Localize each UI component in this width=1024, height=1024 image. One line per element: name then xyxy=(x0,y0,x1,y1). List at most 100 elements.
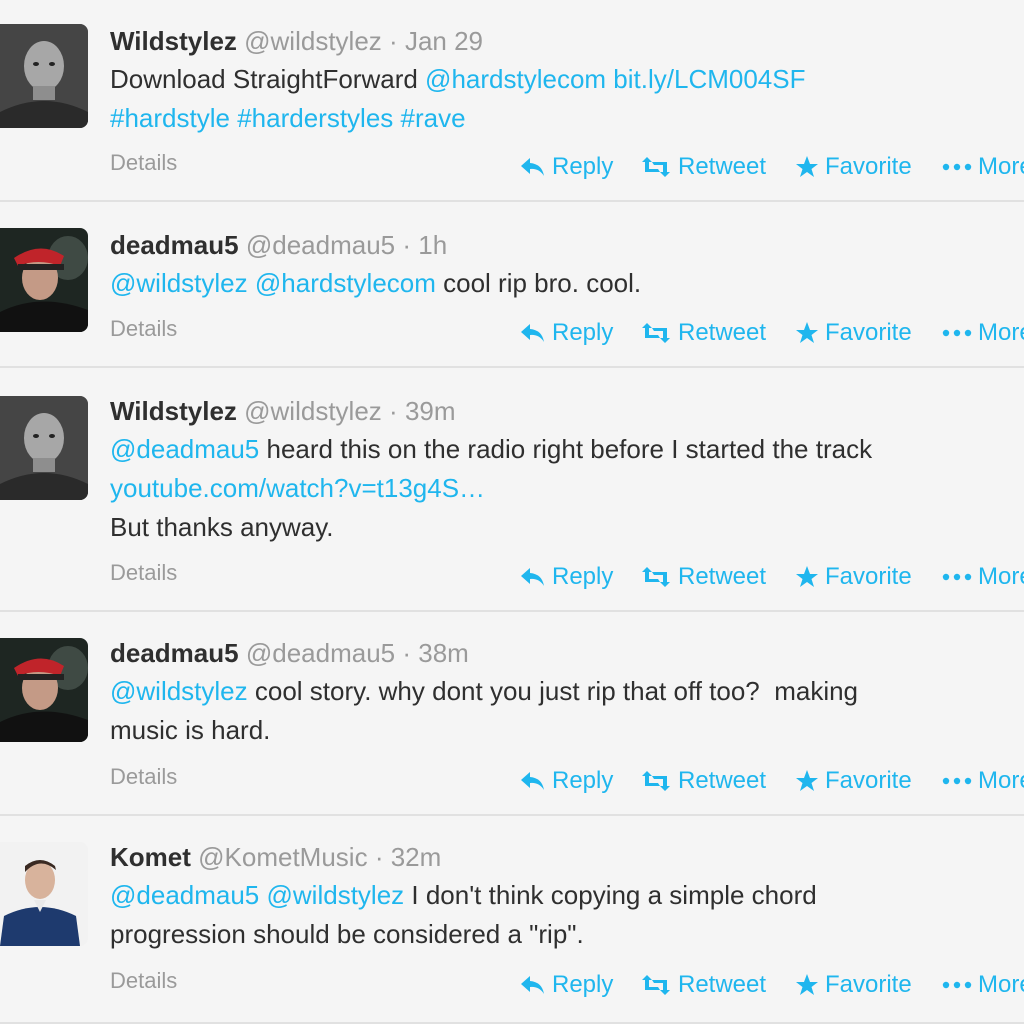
favorite-button[interactable]: Favorite xyxy=(795,971,912,999)
tweet-text-line: music is hard. xyxy=(110,711,1016,750)
details-link[interactable]: Details xyxy=(110,764,177,790)
tweet-text-line: progression should be considered a "rip"… xyxy=(110,915,1016,954)
mention-link[interactable]: @wildstylez xyxy=(110,676,248,706)
reply-button[interactable]: Reply xyxy=(520,767,613,795)
author-name[interactable]: Wildstylez xyxy=(110,26,237,56)
retweet-button[interactable]: Retweet xyxy=(640,319,766,347)
tweet-text-line: @wildstylez @hardstylecom cool rip bro. … xyxy=(110,264,1016,303)
favorite-button[interactable]: Favorite xyxy=(795,153,912,181)
retweet-button[interactable]: Retweet xyxy=(640,971,766,999)
avatar-image-wildstylez xyxy=(0,24,88,128)
retweet-button[interactable]: Retweet xyxy=(640,153,766,181)
mention-link[interactable]: @hardstylecom xyxy=(425,64,606,94)
tweet-text-line: youtube.com/watch?v=t13g4S… xyxy=(110,469,1016,508)
reply-button[interactable]: Reply xyxy=(520,563,613,591)
author-handle[interactable]: @wildstylez xyxy=(244,396,382,426)
mention-link[interactable]: @wildstylez xyxy=(267,880,405,910)
tweet-text-line: #hardstyle #harderstyles #rave xyxy=(110,99,1016,138)
retweet-label: Retweet xyxy=(678,319,767,346)
reply-button[interactable]: Reply xyxy=(520,971,613,999)
more-label: More xyxy=(978,563,1024,590)
star-icon xyxy=(795,565,825,589)
mention-link[interactable]: @deadmau5 xyxy=(110,880,259,910)
tweet: Komet @KometMusic · 32m @deadmau5 @wilds… xyxy=(0,816,1024,1024)
avatar-image-wildstylez xyxy=(0,396,88,500)
mention-link[interactable]: @wildstylez xyxy=(110,268,248,298)
tweet-text-segment: music is hard. xyxy=(110,715,271,745)
ellipsis-icon xyxy=(942,328,978,338)
author-name[interactable]: deadmau5 xyxy=(110,230,239,260)
hashtag-link[interactable]: #rave xyxy=(401,103,466,133)
separator-dot: · xyxy=(374,842,384,872)
author-name[interactable]: Wildstylez xyxy=(110,396,237,426)
more-button[interactable]: More xyxy=(942,153,1024,181)
separator-dot: · xyxy=(402,230,412,260)
mention-link[interactable]: @hardstylecom xyxy=(255,268,436,298)
more-label: More xyxy=(978,971,1024,998)
tweet-text-line: @wildstylez cool story. why dont you jus… xyxy=(110,672,1016,711)
author-handle[interactable]: @KometMusic xyxy=(198,842,367,872)
more-button[interactable]: More xyxy=(942,319,1024,347)
more-button[interactable]: More xyxy=(942,971,1024,999)
favorite-button[interactable]: Favorite xyxy=(795,319,912,347)
tweet-text-segment: cool story. why dont you just rip that o… xyxy=(247,676,859,706)
url-link[interactable]: bit.ly/LCM004SF xyxy=(613,64,805,94)
avatar[interactable] xyxy=(0,228,88,332)
favorite-button[interactable]: Favorite xyxy=(795,767,912,795)
retweet-button[interactable]: Retweet xyxy=(640,767,766,795)
retweet-button[interactable]: Retweet xyxy=(640,563,766,591)
author-handle[interactable]: @wildstylez xyxy=(244,26,382,56)
star-icon xyxy=(795,973,825,997)
more-button[interactable]: More xyxy=(942,563,1024,591)
details-link[interactable]: Details xyxy=(110,560,177,586)
author-handle[interactable]: @deadmau5 xyxy=(246,230,395,260)
details-link[interactable]: Details xyxy=(110,968,177,994)
author-handle[interactable]: @deadmau5 xyxy=(246,638,395,668)
details-link[interactable]: Details xyxy=(110,316,177,342)
avatar[interactable] xyxy=(0,842,88,946)
more-label: More xyxy=(978,767,1024,794)
avatar[interactable] xyxy=(0,638,88,742)
reply-button[interactable]: Reply xyxy=(520,319,613,347)
ellipsis-icon xyxy=(942,572,978,582)
reply-label: Reply xyxy=(552,767,614,794)
tweet: Wildstylez @wildstylez · 39m @deadmau5 h… xyxy=(0,368,1024,612)
timestamp[interactable]: 38m xyxy=(418,638,469,668)
avatar[interactable] xyxy=(0,24,88,128)
tweet-text-segment: progression should be considered a "rip"… xyxy=(110,919,584,949)
author-name[interactable]: Komet xyxy=(110,842,191,872)
retweet-icon xyxy=(640,156,678,178)
avatar[interactable] xyxy=(0,396,88,500)
star-icon xyxy=(795,321,825,345)
tweet-text-line: @deadmau5 heard this on the radio right … xyxy=(110,430,1016,469)
ellipsis-icon xyxy=(942,776,978,786)
hashtag-link[interactable]: #hardstyle xyxy=(110,103,230,133)
reply-arrow-icon xyxy=(520,974,552,996)
ellipsis-icon xyxy=(942,162,978,172)
favorite-label: Favorite xyxy=(825,971,912,998)
url-link[interactable]: youtube.com/watch?v=t13g4S… xyxy=(110,473,485,503)
retweet-label: Retweet xyxy=(678,767,767,794)
favorite-label: Favorite xyxy=(825,767,912,794)
hashtag-link[interactable]: #harderstyles xyxy=(237,103,393,133)
tweet-header: Komet @KometMusic · 32m xyxy=(110,842,441,872)
tweet-text: Download StraightForward @hardstylecom b… xyxy=(110,60,1016,138)
star-icon xyxy=(795,155,825,179)
favorite-button[interactable]: Favorite xyxy=(795,563,912,591)
favorite-label: Favorite xyxy=(825,153,912,180)
timestamp[interactable]: 32m xyxy=(391,842,442,872)
timestamp[interactable]: 39m xyxy=(405,396,456,426)
reply-button[interactable]: Reply xyxy=(520,153,613,181)
timestamp[interactable]: Jan 29 xyxy=(405,26,483,56)
reply-arrow-icon xyxy=(520,322,552,344)
more-button[interactable]: More xyxy=(942,767,1024,795)
favorite-label: Favorite xyxy=(825,319,912,346)
tweet-text-line: Download StraightForward @hardstylecom b… xyxy=(110,60,1016,99)
tweet-text-segment: I don't think copying a simple chord xyxy=(404,880,817,910)
details-link[interactable]: Details xyxy=(110,150,177,176)
author-name[interactable]: deadmau5 xyxy=(110,638,239,668)
mention-link[interactable]: @deadmau5 xyxy=(110,434,259,464)
reply-label: Reply xyxy=(552,971,614,998)
timestamp[interactable]: 1h xyxy=(418,230,447,260)
retweet-icon xyxy=(640,770,678,792)
